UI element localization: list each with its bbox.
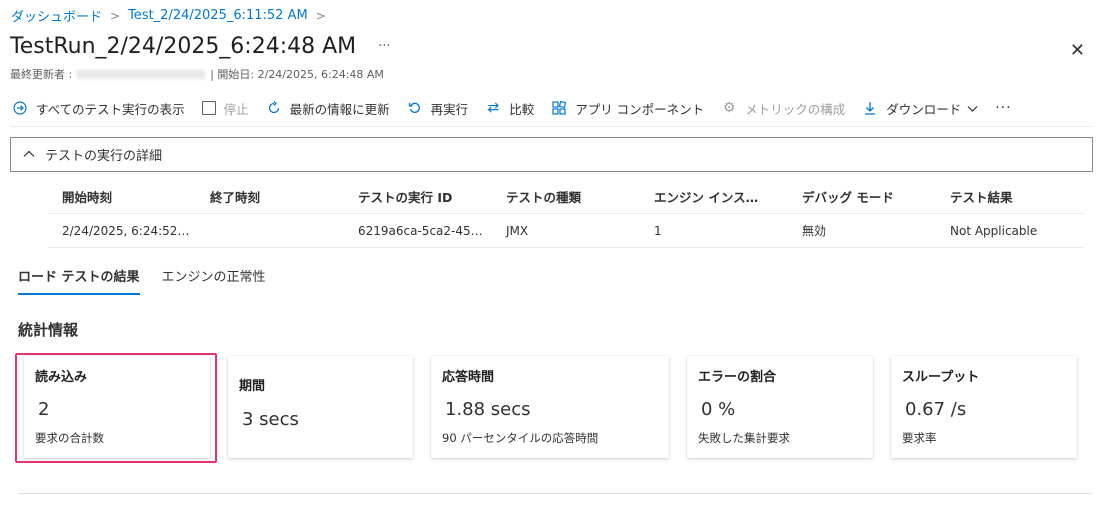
chevron-up-icon xyxy=(23,148,35,161)
view-all-runs-button[interactable]: すべてのテスト実行の表示 xyxy=(12,99,185,118)
column-header: 終了時刻 xyxy=(210,190,261,205)
download-icon xyxy=(862,101,878,115)
column-header: テストの種類 xyxy=(506,190,582,205)
gear-icon: ⚙ xyxy=(722,100,736,116)
stat-card-desc: 要求の合計数 xyxy=(35,431,104,445)
table-cell: Not Applicable xyxy=(950,223,1038,238)
download-label: ダウンロード xyxy=(886,101,962,117)
stat-card-load: 読み込み 2 要求の合計数 xyxy=(24,356,210,458)
app-components-icon xyxy=(551,101,567,115)
stat-card-title: スループット xyxy=(902,370,980,385)
compare-button[interactable]: ⇄ 比較 xyxy=(485,99,534,118)
view-all-runs-label: すべてのテスト実行の表示 xyxy=(36,101,185,117)
arrow-right-circle-icon xyxy=(12,101,28,115)
tab-load-test-results[interactable]: ロード テストの結果 xyxy=(18,266,140,295)
toolbar-more-icon[interactable]: ··· xyxy=(995,100,1011,116)
stat-card-value: 0 % xyxy=(701,399,736,420)
breadcrumb: ダッシュボード > Test_2/24/2025_6:11:52 AM > xyxy=(11,6,334,25)
rerun-button[interactable]: 再実行 xyxy=(407,99,469,118)
more-options-icon[interactable]: ··· xyxy=(378,39,390,54)
statistics-heading: 統計情報 xyxy=(18,321,79,339)
test-run-details-toggle[interactable]: テストの実行の詳細 xyxy=(10,137,1093,172)
rerun-label: 再実行 xyxy=(430,101,469,117)
stop-label: 停止 xyxy=(223,101,249,117)
chevron-right-icon: > xyxy=(315,8,326,23)
chevron-down-icon xyxy=(967,101,978,116)
stop-square-icon xyxy=(201,101,216,115)
tab-engine-health[interactable]: エンジンの正常性 xyxy=(162,266,266,295)
stop-button[interactable]: 停止 xyxy=(201,99,249,118)
command-bar: すべてのテスト実行の表示 停止 最新の情報に更新 再実行 ⇄ 比較 アプリ コン… xyxy=(12,98,1012,118)
stat-card-desc: 要求率 xyxy=(902,431,937,445)
column-header: テスト結果 xyxy=(950,190,1013,205)
close-icon[interactable]: ✕ xyxy=(1070,40,1085,61)
details-table: 開始時刻 終了時刻 テストの実行 ID テストの種類 エンジン インス… デバッ… xyxy=(48,180,1085,248)
section-divider xyxy=(18,493,1092,494)
metrics-config-button[interactable]: ⚙ メトリックの構成 xyxy=(721,99,845,118)
refresh-label: 最新の情報に更新 xyxy=(289,101,390,117)
stat-card-title: 読み込み xyxy=(35,370,88,385)
stat-card-desc: 90 パーセンタイルの応答時間 xyxy=(442,431,599,445)
table-header-row: 開始時刻 終了時刻 テストの実行 ID テストの種類 エンジン インス… デバッ… xyxy=(48,180,1085,214)
rerun-icon xyxy=(407,101,423,115)
column-header: デバッグ モード xyxy=(802,190,894,205)
column-header: 開始時刻 xyxy=(62,190,113,205)
metrics-config-label: メトリックの構成 xyxy=(745,101,846,117)
stat-card-desc: 失敗した集計要求 xyxy=(698,431,790,445)
stat-card-error-rate: エラーの割合 0 % 失敗した集計要求 xyxy=(687,356,873,458)
breadcrumb-test-link[interactable]: Test_2/24/2025_6:11:52 AM xyxy=(128,8,308,23)
stat-card-value: 0.67 /s xyxy=(905,399,967,420)
page-title: TestRun_2/24/2025_6:24:48 AM xyxy=(10,34,357,59)
title-row: TestRun_2/24/2025_6:24:48 AM ··· xyxy=(10,34,391,59)
table-cell: 6219a6ca-5ca2-45… xyxy=(358,223,483,238)
stat-card-throughput: スループット 0.67 /s 要求率 xyxy=(891,356,1077,458)
stat-card-title: 応答時間 xyxy=(442,370,495,385)
table-cell: JMX xyxy=(506,223,529,238)
blurred-user-email xyxy=(76,69,207,79)
stat-card-value: 3 secs xyxy=(242,409,299,430)
compare-label: 比較 xyxy=(509,101,535,117)
stat-card-duration: 期間 3 secs xyxy=(228,356,413,458)
result-tabs: ロード テストの結果 エンジンの正常性 xyxy=(18,266,288,295)
run-metadata: 最終更新者 : | 開始日: 2/24/2025, 6:24:48 AM xyxy=(10,66,384,82)
breadcrumb-dashboard-link[interactable]: ダッシュボード xyxy=(11,6,102,25)
stat-card-value: 2 xyxy=(38,399,50,420)
stat-card-title: 期間 xyxy=(239,379,266,394)
table-cell: 無効 xyxy=(802,224,827,238)
compare-arrows-icon: ⇄ xyxy=(487,100,500,116)
refresh-button[interactable]: 最新の情報に更新 xyxy=(266,99,390,118)
stat-card-title: エラーの割合 xyxy=(698,370,777,385)
stat-card-response-time: 応答時間 1.88 secs 90 パーセンタイルの応答時間 xyxy=(431,356,669,458)
table-cell: 2/24/2025, 6:24:52… xyxy=(62,223,190,238)
toolbar-divider xyxy=(10,126,1092,127)
column-header: テストの実行 ID xyxy=(358,190,453,205)
table-row: 2/24/2025, 6:24:52… 6219a6ca-5ca2-45… JM… xyxy=(48,214,1085,248)
app-components-button[interactable]: アプリ コンポーネント xyxy=(551,99,704,118)
refresh-icon xyxy=(266,101,282,115)
download-button[interactable]: ダウンロード xyxy=(862,99,978,118)
app-components-label: アプリ コンポーネント xyxy=(575,101,705,117)
start-date-label: | 開始日: 2/24/2025, 6:24:48 AM xyxy=(210,68,384,81)
table-cell: 1 xyxy=(654,223,662,238)
details-header-label: テストの実行の詳細 xyxy=(45,149,163,164)
chevron-right-icon: > xyxy=(110,8,121,23)
last-updated-label: 最終更新者 : xyxy=(10,68,73,81)
stat-card-value: 1.88 secs xyxy=(445,399,531,420)
column-header: エンジン インス… xyxy=(654,190,759,205)
